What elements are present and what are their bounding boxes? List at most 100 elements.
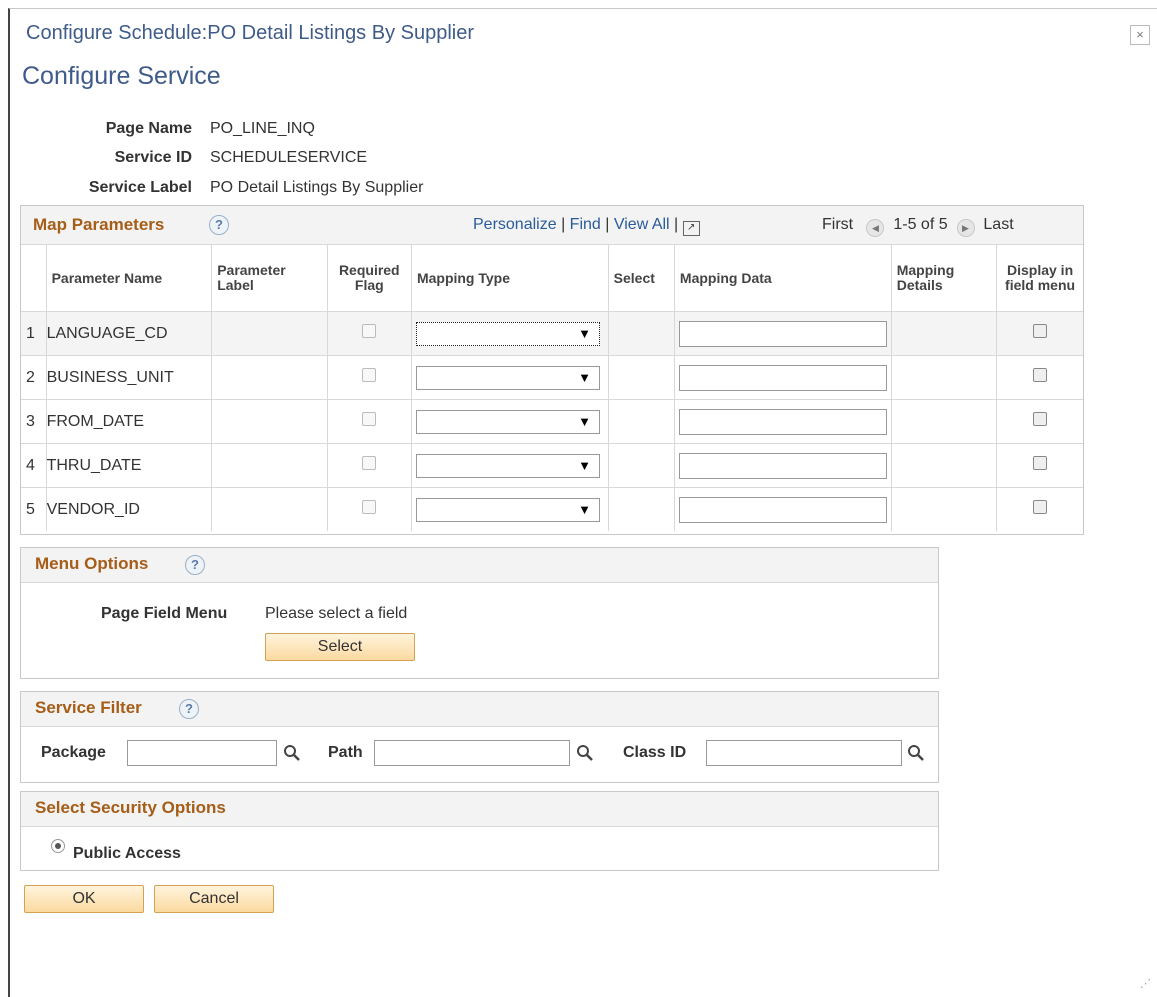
public-access-radio[interactable] <box>51 839 65 853</box>
required-flag-checkbox[interactable] <box>362 500 377 514</box>
table-row: 4 THRU_DATE ▼ <box>21 443 1083 488</box>
parameter-label <box>211 311 328 356</box>
parameter-name: LANGUAGE_CD <box>45 311 212 356</box>
required-flag-checkbox[interactable] <box>362 456 377 470</box>
mapping-type-header: Mapping Type <box>410 245 609 312</box>
modal-title: Configure Schedule:PO Detail Listings By… <box>26 22 475 44</box>
mapping-details-cell <box>890 487 997 531</box>
first-label: First <box>822 216 854 233</box>
search-icon[interactable] <box>907 744 925 762</box>
mapping-data-input[interactable] <box>678 320 887 347</box>
parameters-table: Parameter Name Parameter Label Required … <box>21 245 1083 531</box>
display-in-menu-header: Display in field menu <box>996 245 1083 312</box>
grid-toolbar: Personalize | Find | View All | ↗ <box>473 216 700 236</box>
mapping-data-input[interactable] <box>678 496 887 523</box>
resize-grip-icon[interactable]: ⋰ <box>1140 977 1151 990</box>
required-flag-header: Required Flag <box>326 245 412 312</box>
close-icon[interactable]: × <box>1130 25 1150 45</box>
select-header: Select <box>607 245 675 312</box>
parameter-name: THRU_DATE <box>45 443 212 488</box>
display-in-menu-checkbox[interactable] <box>1033 324 1048 338</box>
mapping-type-select[interactable]: ▼ <box>415 365 600 390</box>
display-in-menu-checkbox[interactable] <box>1033 456 1048 470</box>
parameter-name: BUSINESS_UNIT <box>45 355 212 400</box>
map-parameters-grid: Map Parameters ? Personalize | Find | Vi… <box>20 205 1084 535</box>
class-id-input[interactable] <box>706 740 902 766</box>
table-header-row: Parameter Name Parameter Label Required … <box>21 245 1083 312</box>
parameter-name: VENDOR_ID <box>45 487 212 531</box>
dropdown-arrow-icon: ▼ <box>578 413 591 429</box>
parameter-label <box>211 399 328 444</box>
parameter-name: FROM_DATE <box>45 399 212 444</box>
mapping-details-cell <box>890 355 997 400</box>
row-number-header <box>21 245 47 312</box>
service-id-value: SCHEDULESERVICE <box>210 149 368 166</box>
separator: | <box>674 216 679 233</box>
personalize-link[interactable]: Personalize <box>473 216 557 233</box>
public-access-label: Public Access <box>73 845 181 862</box>
mapping-type-select[interactable]: ▼ <box>415 409 600 434</box>
dropdown-arrow-icon: ▼ <box>578 325 591 341</box>
service-id-row: Service ID <box>0 149 192 169</box>
previous-arrow-icon[interactable]: ◀ <box>866 219 885 237</box>
help-icon[interactable]: ? <box>179 699 199 719</box>
page-title: Configure Service <box>22 62 221 90</box>
mapping-details-cell <box>890 443 997 488</box>
mapping-data-input[interactable] <box>678 452 887 479</box>
next-arrow-icon[interactable]: ▶ <box>956 219 975 237</box>
search-icon[interactable] <box>576 744 594 762</box>
menu-options-group: Menu Options ? Page Field Menu Please se… <box>20 547 939 679</box>
select-cell <box>607 399 675 444</box>
display-in-menu-checkbox[interactable] <box>1033 368 1048 382</box>
grid-pager: First ◀ 1-5 of 5 ▶ Last <box>822 216 1014 237</box>
mapping-data-input[interactable] <box>678 364 887 391</box>
mapping-type-select[interactable]: ▼ <box>415 321 600 346</box>
select-cell <box>607 487 675 531</box>
parameter-name-header: Parameter Name <box>45 245 212 312</box>
last-label: Last <box>983 216 1014 233</box>
service-filter-group: Service Filter ? Package Path Class ID <box>20 691 939 783</box>
dropdown-arrow-icon: ▼ <box>578 369 591 385</box>
mapping-data-input[interactable] <box>678 408 887 435</box>
parameter-label <box>211 487 328 531</box>
required-flag-checkbox[interactable] <box>362 324 377 338</box>
required-flag-checkbox[interactable] <box>362 412 377 426</box>
page-field-menu-value: Please select a field <box>265 605 408 622</box>
display-in-menu-checkbox[interactable] <box>1033 412 1048 426</box>
menu-options-title: Menu Options <box>35 554 149 573</box>
mapping-type-select[interactable]: ▼ <box>415 497 600 522</box>
security-options-group: Select Security Options Public Access <box>20 791 939 871</box>
mapping-details-header: Mapping Details <box>890 245 997 312</box>
service-label-row: Service Label <box>0 179 192 199</box>
select-cell <box>607 443 675 488</box>
cancel-button[interactable]: Cancel <box>154 885 274 913</box>
security-options-header: Select Security Options <box>21 792 938 827</box>
separator: | <box>605 216 610 233</box>
map-parameters-title: Map Parameters <box>33 215 165 234</box>
help-icon[interactable]: ? <box>185 555 205 575</box>
table-row: 5 VENDOR_ID ▼ <box>21 487 1083 531</box>
mapping-data-header: Mapping Data <box>673 245 892 312</box>
parameter-label <box>211 355 328 400</box>
display-in-menu-checkbox[interactable] <box>1033 500 1048 514</box>
view-all-link[interactable]: View All <box>614 216 670 233</box>
package-input[interactable] <box>127 740 277 766</box>
mapping-type-select[interactable]: ▼ <box>415 453 600 478</box>
parameter-label <box>211 443 328 488</box>
service-id-label: Service ID <box>114 149 192 166</box>
ok-button[interactable]: OK <box>24 885 144 913</box>
grid-header: Map Parameters ? Personalize | Find | Vi… <box>21 206 1083 245</box>
select-button[interactable]: Select <box>265 633 415 661</box>
path-label: Path <box>328 744 363 761</box>
help-icon[interactable]: ? <box>209 215 229 235</box>
row-range: 1-5 of 5 <box>893 216 948 233</box>
search-icon[interactable] <box>283 744 301 762</box>
required-flag-checkbox[interactable] <box>362 368 377 382</box>
find-link[interactable]: Find <box>570 216 601 233</box>
table-row: 1 LANGUAGE_CD ▼ <box>21 311 1083 356</box>
page-name-value: PO_LINE_INQ <box>210 120 315 137</box>
path-input[interactable] <box>374 740 570 766</box>
select-cell <box>607 311 675 356</box>
mapping-details-cell <box>890 311 997 356</box>
popout-icon[interactable]: ↗ <box>682 221 700 236</box>
